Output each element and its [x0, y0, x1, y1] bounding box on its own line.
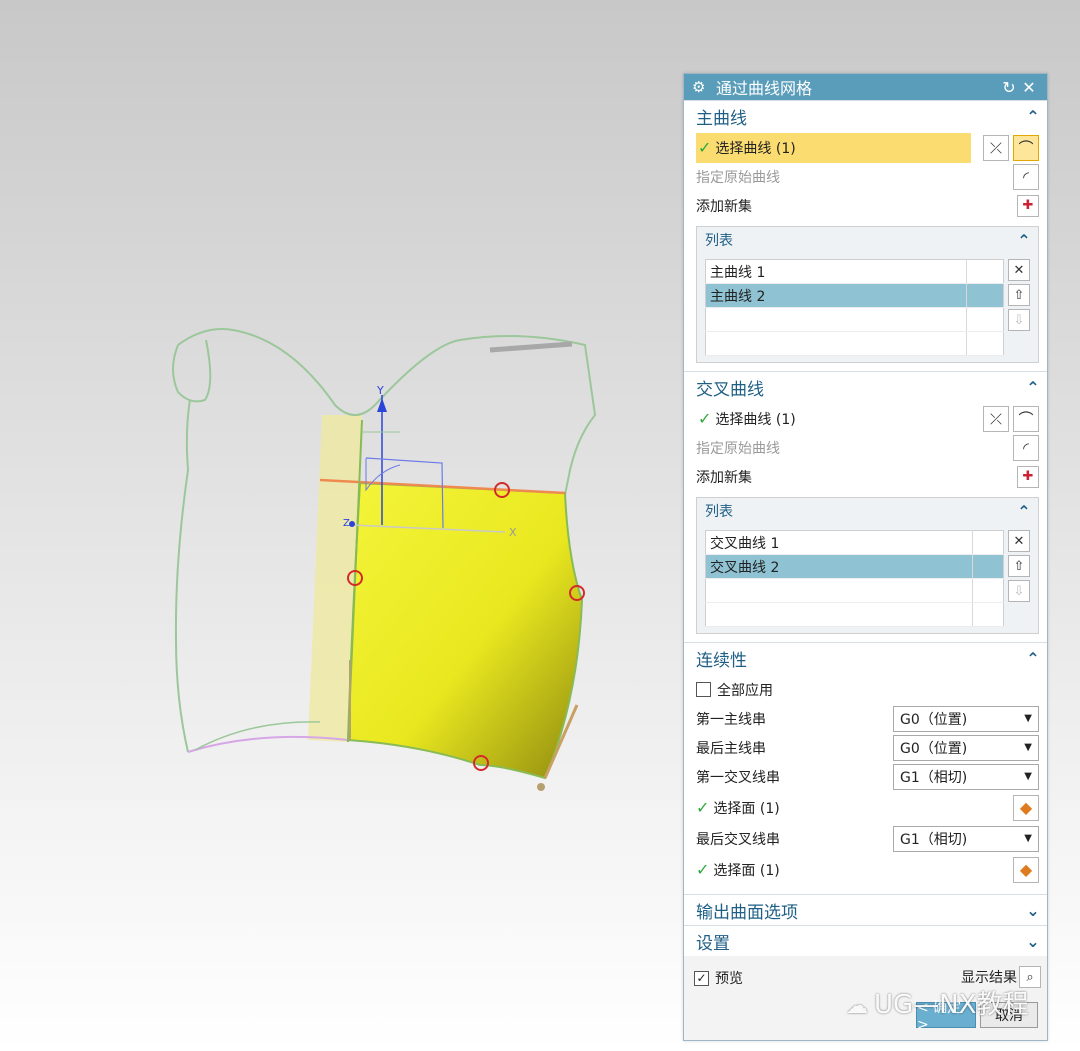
section-settings[interactable]: 设置 ⌄: [684, 925, 1047, 956]
dropdown-arrow-icon: ▼: [1024, 713, 1032, 724]
model-drawing: [172, 328, 597, 791]
curve-rule-icon[interactable]: ⌒: [1013, 405, 1039, 432]
wechat-icon: ☁: [846, 994, 868, 1019]
primary-curves-header: 主曲线: [696, 108, 747, 129]
original-curve-icon[interactable]: ◜: [1013, 163, 1039, 190]
primary-select-label: 选择曲线 (1): [715, 140, 796, 157]
cross-original-curve-label: 指定原始曲线: [696, 440, 780, 457]
primary-original-curve-label: 指定原始曲线: [696, 169, 780, 186]
first-cross-value: G1（相切): [900, 769, 968, 786]
primary-add-set-label: 添加新集: [696, 198, 752, 215]
last-primary-value: G0（位置): [900, 740, 968, 757]
cross-select-label: 选择曲线 (1): [715, 411, 796, 428]
move-up-icon[interactable]: ⇧: [1008, 284, 1030, 306]
axis-y-label: Y: [377, 384, 384, 397]
check-icon: ✓: [698, 409, 712, 428]
apply-all-box[interactable]: [696, 682, 711, 697]
last-primary-dropdown[interactable]: G0（位置) ▼: [893, 734, 1039, 761]
settings-header: 设置: [696, 933, 730, 954]
list-item[interactable]: 主曲线 2: [705, 283, 1004, 308]
face-cube-icon[interactable]: ◆: [1013, 794, 1039, 821]
cross-curve-list: 交叉曲线 1 交叉曲线 2: [705, 530, 1004, 627]
face-cube-icon[interactable]: ◆: [1013, 856, 1039, 883]
chevron-up-icon[interactable]: ⌃: [1025, 107, 1041, 126]
chevron-down-icon[interactable]: ⌄: [1025, 901, 1041, 920]
deselect-icon[interactable]: ⤫: [983, 134, 1009, 161]
through-curve-mesh-dialog: ⚙ 通过曲线网格 ↻ ✕ 主曲线 ⌃ ✓ 选择曲线 (1) ⤫ ⌒ 指定原始曲线…: [683, 73, 1048, 1041]
first-primary-label: 第一主线串: [696, 711, 766, 728]
primary-list-header: 列表: [705, 233, 733, 249]
cross-select-curve[interactable]: ✓ 选择曲线 (1): [696, 409, 979, 429]
first-primary-value: G0（位置): [900, 711, 968, 728]
primary-list-panel: 列表 ⌃ 主曲线 1 主曲线 2 ✕ ⇧ ⇩: [696, 226, 1039, 363]
cross-list-panel: 列表 ⌃ 交叉曲线 1 交叉曲线 2 ✕ ⇧ ⇩: [696, 497, 1039, 634]
chevron-up-icon[interactable]: ⌃: [1016, 231, 1032, 250]
primary-select-curve[interactable]: ✓ 选择曲线 (1): [696, 132, 971, 163]
watermark: ☁ UG—NX教程: [846, 990, 1029, 1020]
add-set-icon[interactable]: ✚: [1017, 465, 1039, 488]
first-primary-dropdown[interactable]: G0（位置) ▼: [893, 705, 1039, 732]
section-continuity[interactable]: 连续性 ⌃: [684, 642, 1047, 673]
dropdown-arrow-icon: ▼: [1024, 833, 1032, 844]
cross-list-header: 列表: [705, 504, 733, 520]
output-options-header: 输出曲面选项: [696, 902, 798, 923]
list-item[interactable]: 主曲线 1: [705, 259, 1004, 284]
section-primary-curves[interactable]: 主曲线 ⌃: [684, 100, 1047, 131]
move-down-icon[interactable]: ⇩: [1008, 309, 1030, 331]
apply-all-checkbox[interactable]: 全部应用: [696, 675, 1039, 704]
first-cross-label: 第一交叉线串: [696, 769, 780, 786]
cross-add-set-label: 添加新集: [696, 469, 752, 486]
section-cross-curves[interactable]: 交叉曲线 ⌃: [684, 371, 1047, 402]
chevron-up-icon[interactable]: ⌃: [1025, 649, 1041, 668]
list-item[interactable]: 交叉曲线 1: [705, 530, 1004, 555]
continuity-header: 连续性: [696, 650, 747, 671]
list-item[interactable]: 交叉曲线 2: [705, 554, 1004, 579]
reset-icon[interactable]: ↻: [999, 78, 1019, 97]
axis-z-label: Z: [343, 518, 350, 529]
original-curve-icon[interactable]: ◜: [1013, 434, 1039, 461]
move-down-icon[interactable]: ⇩: [1008, 580, 1030, 602]
deselect-icon[interactable]: ⤫: [983, 405, 1009, 432]
cross-curves-header: 交叉曲线: [696, 379, 764, 400]
axis-x-label: X: [509, 526, 517, 539]
mesh-surface: [346, 481, 584, 780]
curve-rule-icon[interactable]: ⌒: [1013, 134, 1039, 161]
chevron-down-icon[interactable]: ⌄: [1025, 932, 1041, 951]
move-up-icon[interactable]: ⇧: [1008, 555, 1030, 577]
add-set-icon[interactable]: ✚: [1017, 194, 1039, 217]
preview-box[interactable]: ✓: [694, 970, 709, 986]
chevron-up-icon[interactable]: ⌃: [1016, 502, 1032, 521]
primary-curve-list: 主曲线 1 主曲线 2: [705, 259, 1004, 356]
remove-icon[interactable]: ✕: [1008, 530, 1030, 552]
dropdown-arrow-icon: ▼: [1024, 742, 1032, 753]
close-icon[interactable]: ✕: [1019, 78, 1039, 97]
preview-checkbox[interactable]: ✓ 预览: [694, 968, 743, 988]
last-cross-face-select[interactable]: ✓ 选择面 (1): [696, 860, 1009, 880]
graphics-viewport[interactable]: Y X Z: [0, 0, 680, 1051]
remove-icon[interactable]: ✕: [1008, 259, 1030, 281]
first-cross-dropdown[interactable]: G1（相切) ▼: [893, 763, 1039, 790]
dialog-titlebar[interactable]: ⚙ 通过曲线网格 ↻ ✕: [684, 74, 1047, 100]
check-icon: ✓: [696, 859, 710, 879]
dialog-title: 通过曲线网格: [716, 79, 813, 98]
last-cross-value: G1（相切): [900, 831, 968, 848]
section-output-options[interactable]: 输出曲面选项 ⌄: [684, 894, 1047, 925]
check-icon: ✓: [696, 797, 710, 817]
last-cross-dropdown[interactable]: G1（相切) ▼: [893, 825, 1039, 852]
preview-label: 预览: [715, 971, 743, 987]
last-primary-label: 最后主线串: [696, 740, 766, 757]
last-cross-label: 最后交叉线串: [696, 831, 780, 848]
check-icon: ✓: [698, 138, 712, 157]
chevron-up-icon[interactable]: ⌃: [1025, 378, 1041, 397]
dropdown-arrow-icon: ▼: [1024, 771, 1032, 782]
first-cross-face-select[interactable]: ✓ 选择面 (1): [696, 798, 1009, 818]
apply-all-label: 全部应用: [717, 682, 773, 699]
gear-icon[interactable]: ⚙: [692, 78, 710, 96]
